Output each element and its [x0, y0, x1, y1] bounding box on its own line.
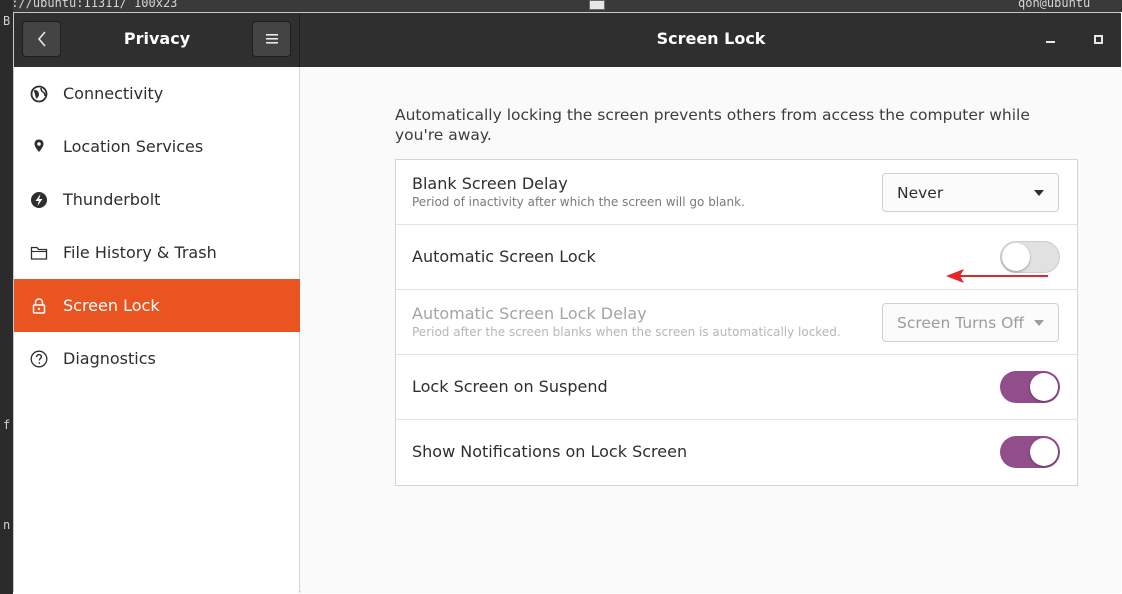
- menu-button[interactable]: [252, 21, 291, 57]
- sidebar-item-thunderbolt[interactable]: Thunderbolt: [14, 173, 300, 226]
- show-notifications-switch[interactable]: [1000, 436, 1060, 468]
- automatic-screen-lock-delay-dropdown[interactable]: Screen Turns Off: [882, 303, 1059, 342]
- back-button[interactable]: [22, 21, 61, 57]
- background-window-icon: [589, 0, 605, 10]
- minimize-icon: [1045, 41, 1055, 43]
- row-show-notifications: Show Notifications on Lock Screen: [396, 420, 1077, 485]
- sidebar-header: Privacy: [14, 13, 300, 67]
- background-terminal-char: B: [3, 14, 11, 28]
- description-text: Automatically locking the screen prevent…: [395, 106, 1030, 144]
- sidebar-item-label: Thunderbolt: [63, 190, 161, 209]
- row-title: Automatic Screen Lock Delay: [412, 304, 647, 323]
- row-lock-screen-on-suspend: Lock Screen on Suspend: [396, 355, 1077, 420]
- maximize-button[interactable]: [1086, 27, 1110, 51]
- sidebar: Connectivity Location Services Thunderbo…: [14, 67, 300, 593]
- blank-screen-delay-dropdown[interactable]: Never: [882, 173, 1059, 212]
- sidebar-item-connectivity[interactable]: Connectivity: [14, 67, 300, 120]
- caret-down-icon: [1034, 189, 1044, 196]
- sidebar-item-label: Location Services: [63, 137, 204, 156]
- background-terminal-char: n: [3, 518, 11, 532]
- sidebar-item-label: Screen Lock: [63, 296, 160, 315]
- hamburger-icon: [265, 34, 278, 44]
- row-title: Show Notifications on Lock Screen: [412, 442, 688, 461]
- sidebar-item-label: File History & Trash: [63, 243, 217, 262]
- settings-list: Blank Screen Delay Period of inactivity …: [395, 159, 1078, 486]
- background-terminal-title: p://ubuntu:11311/ 100x23: [4, 0, 178, 10]
- row-title: Automatic Screen Lock: [412, 247, 596, 266]
- row-subtitle: Period of inactivity after which the scr…: [412, 195, 745, 209]
- sidebar-item-file-history[interactable]: File History & Trash: [14, 226, 300, 279]
- map-pin-icon: [30, 138, 48, 156]
- dropdown-value: Screen Turns Off: [897, 313, 1024, 332]
- caret-down-icon: [1034, 319, 1044, 326]
- dropdown-value: Never: [897, 183, 944, 202]
- maximize-icon: [1093, 34, 1103, 44]
- sidebar-item-label: Connectivity: [63, 84, 164, 103]
- sidebar-title: Privacy: [123, 29, 191, 48]
- switch-knob: [1030, 438, 1058, 466]
- sidebar-item-screen-lock[interactable]: Screen Lock: [14, 279, 300, 332]
- background-terminal-edge: B f n: [0, 0, 13, 594]
- row-subtitle: Period after the screen blanks when the …: [412, 325, 841, 339]
- background-terminal-user: qon@ubuntu: [1018, 0, 1091, 10]
- help-circle-icon: [30, 350, 48, 368]
- screen-lock-panel: Automatically locking the screen prevent…: [301, 67, 1121, 593]
- sidebar-item-diagnostics[interactable]: Diagnostics: [14, 332, 300, 385]
- row-automatic-screen-lock-delay: Automatic Screen Lock Delay Period after…: [396, 290, 1077, 355]
- background-terminal-titlebar: p://ubuntu:11311/ 100x23 qon@ubuntu: [0, 0, 1122, 12]
- minimize-button[interactable]: [1038, 27, 1062, 51]
- lock-screen-on-suspend-switch[interactable]: [1000, 371, 1060, 403]
- switch-knob: [1030, 373, 1058, 401]
- row-blank-screen-delay: Blank Screen Delay Period of inactivity …: [396, 160, 1077, 225]
- globe-icon: [30, 85, 48, 103]
- row-title: Lock Screen on Suspend: [412, 377, 608, 396]
- settings-window: Privacy Screen Lock Connectivity Locatio…: [13, 12, 1121, 593]
- thunderbolt-icon: [30, 191, 48, 209]
- lock-icon: [30, 297, 48, 315]
- sidebar-item-label: Diagnostics: [63, 349, 156, 368]
- folder-icon: [30, 244, 48, 262]
- row-title: Blank Screen Delay: [412, 174, 568, 193]
- page-title: Screen Lock: [656, 29, 766, 48]
- sidebar-item-location-services[interactable]: Location Services: [14, 120, 300, 173]
- background-terminal-char: f: [3, 418, 11, 432]
- annotation-arrow-icon: [946, 269, 1048, 283]
- chevron-left-icon: [37, 31, 46, 47]
- header-bar: Privacy Screen Lock: [14, 13, 1121, 67]
